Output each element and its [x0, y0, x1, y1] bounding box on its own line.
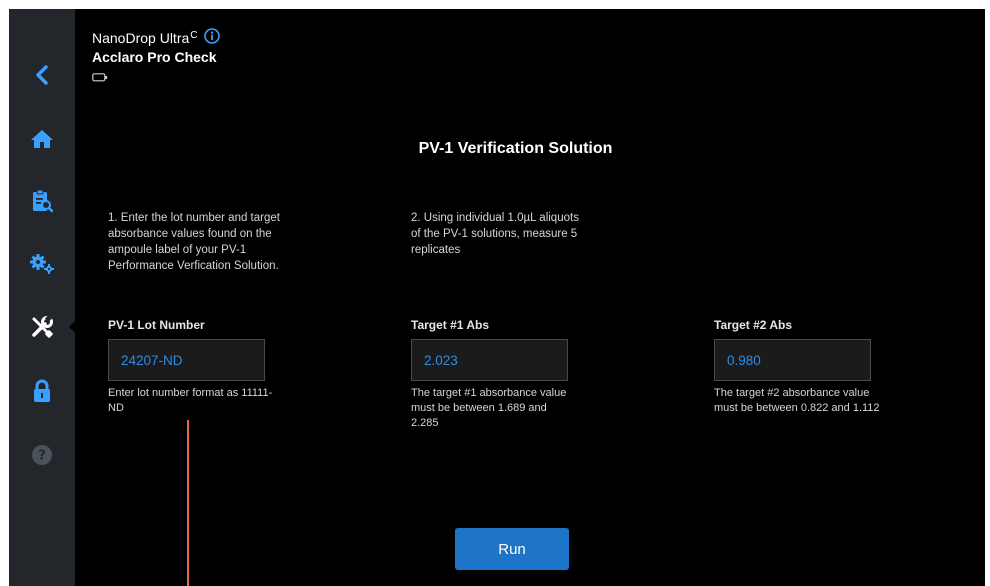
info-button[interactable] [203, 28, 220, 48]
nav-reports[interactable] [9, 181, 75, 221]
back-chevron-icon [36, 65, 48, 85]
step-1-instructions: 1. Enter the lot number and target absor… [108, 212, 280, 272]
lot-number-label: PV-1 Lot Number [108, 318, 205, 332]
help-icon: ? [32, 445, 52, 465]
active-indicator [69, 320, 76, 334]
lot-number-help: Enter lot number format as 11111-ND [108, 387, 273, 414]
lot-number-input[interactable]: 24207-ND [108, 339, 265, 381]
target-1-label: Target #1 Abs [411, 318, 490, 332]
nav-settings[interactable] [9, 244, 75, 284]
back-button[interactable] [9, 55, 75, 95]
device-name: NanoDrop Ultra [92, 30, 190, 46]
target-1-help: The target #1 absorbance value must be b… [411, 387, 567, 429]
page-title: PV-1 Verification Solution [418, 140, 613, 157]
app-name: Acclaro Pro Check [92, 49, 217, 65]
clipboard-search-icon [33, 189, 53, 213]
battery-icon [92, 69, 220, 87]
run-button[interactable]: Run [455, 528, 569, 570]
gears-icon [30, 254, 54, 274]
target-1-input[interactable]: 2.023 [411, 339, 568, 381]
device-title: NanoDrop Ultra C [92, 28, 220, 48]
target-2-help: The target #2 absorbance value must be b… [714, 387, 880, 414]
svg-text:?: ? [38, 449, 46, 464]
lock-icon [34, 379, 50, 402]
target-2-input[interactable]: 0.980 [714, 339, 871, 381]
app-header: NanoDrop Ultra C Acclaro Pro Check [92, 28, 220, 87]
nav-security[interactable] [9, 371, 75, 411]
nav-tools[interactable] [9, 307, 76, 347]
nav-help[interactable]: ? [9, 435, 75, 475]
target-2-label: Target #2 Abs [714, 318, 793, 332]
annotation-line [187, 420, 189, 586]
step-2-instructions: 2. Using individual 1.0µL aliquots of th… [411, 212, 579, 256]
instrument-screen: ? NanoDrop Ultra C Acclaro Pro Check PV-1… [9, 9, 985, 586]
info-icon [203, 28, 220, 44]
sidebar: ? [9, 9, 76, 586]
tools-icon [32, 315, 53, 338]
